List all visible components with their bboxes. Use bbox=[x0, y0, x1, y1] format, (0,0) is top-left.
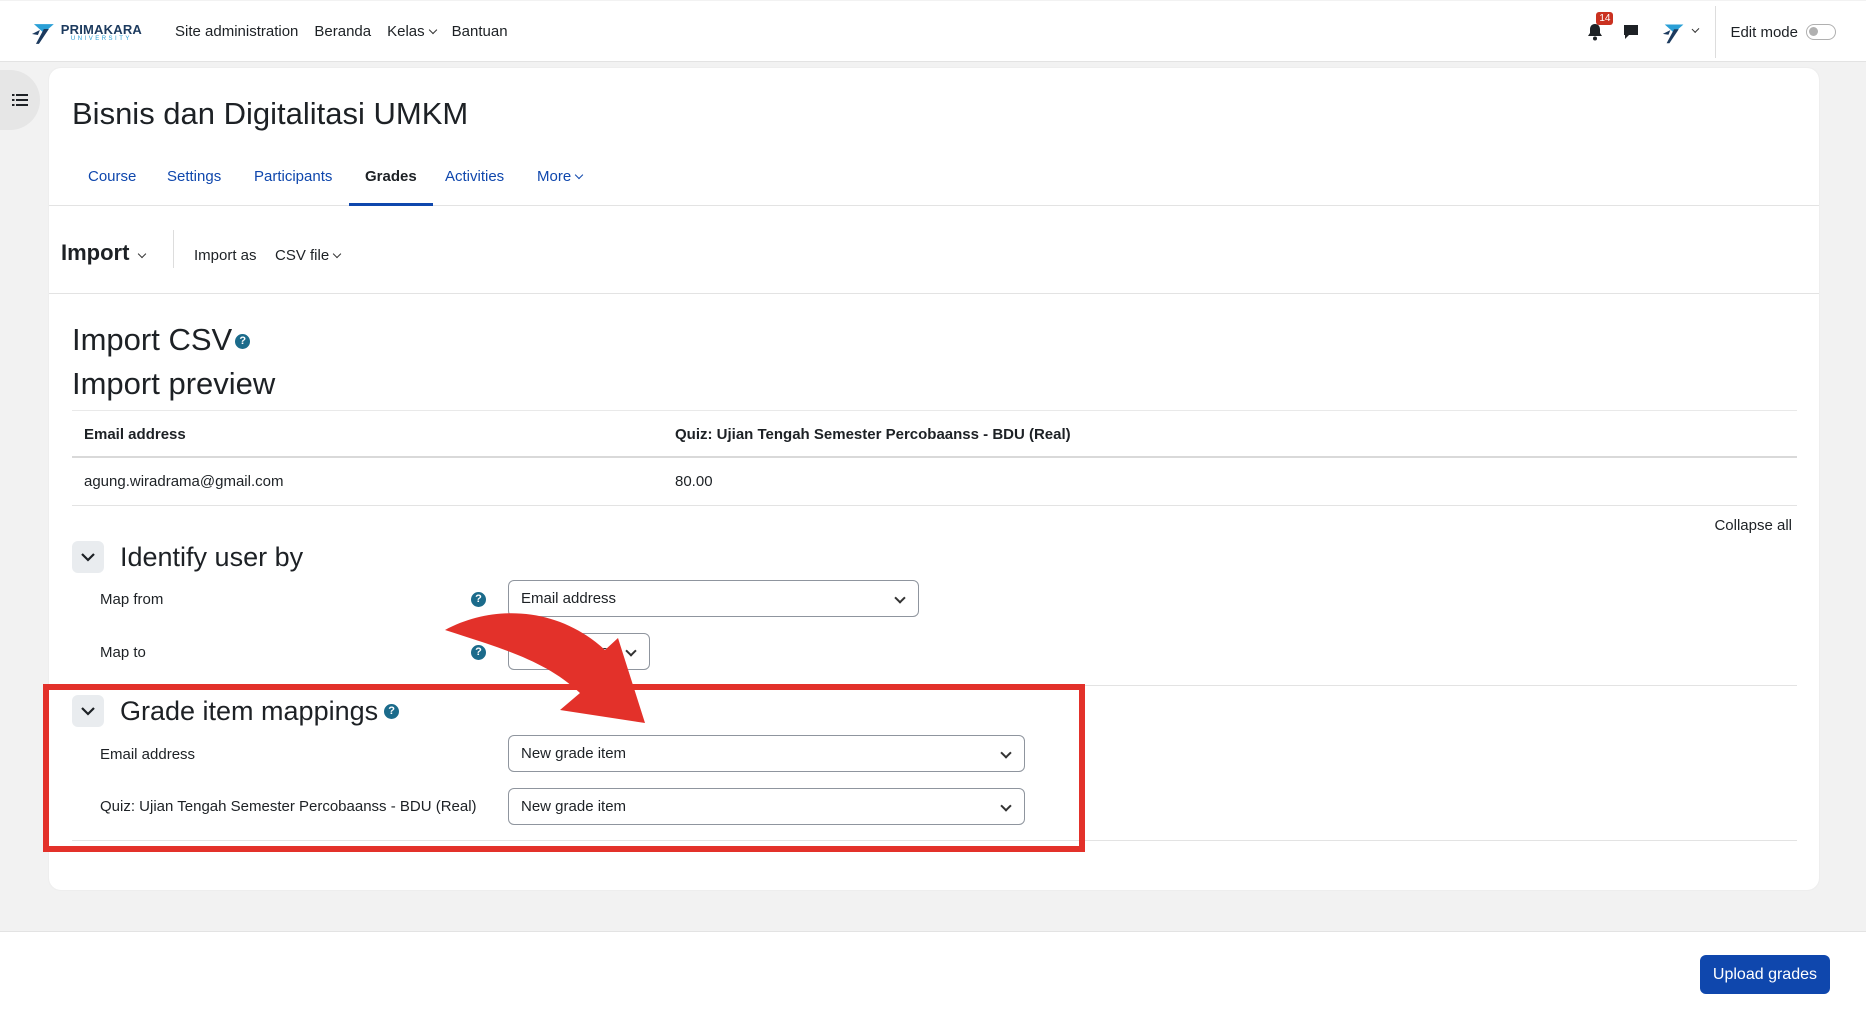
edit-mode-label: Edit mode bbox=[1730, 23, 1798, 41]
identify-user-section-header: Identify user by bbox=[72, 541, 303, 573]
top-navbar: PRIMAKARA UNIVERSITY Site administration… bbox=[0, 1, 1866, 62]
grade-mappings-section-header: Grade item mappings ? bbox=[72, 695, 400, 727]
chevron-down-icon bbox=[574, 170, 584, 180]
chevron-down-icon bbox=[138, 249, 147, 259]
tab-activities[interactable]: Activities bbox=[445, 152, 504, 206]
bell-icon bbox=[1588, 24, 1603, 41]
nav-bantuan[interactable]: Bantuan bbox=[452, 23, 508, 40]
help-icon[interactable]: ? bbox=[471, 645, 486, 660]
import-preview-heading: Import preview bbox=[72, 366, 276, 401]
chevron-down-icon bbox=[1691, 25, 1699, 33]
map-to-label: Map to bbox=[100, 644, 146, 661]
list-icon bbox=[12, 94, 28, 106]
chevron-down-icon bbox=[1000, 800, 1012, 812]
mapping-label: Quiz: Ujian Tengah Semester Percobaanss … bbox=[100, 798, 477, 815]
chevron-down-icon bbox=[894, 592, 906, 604]
user-menu-avatar[interactable] bbox=[1661, 14, 1699, 50]
tab-settings[interactable]: Settings bbox=[167, 152, 221, 206]
mapping-select-value: New grade item bbox=[521, 745, 627, 762]
course-secondary-nav: Course Settings Participants Grades Acti… bbox=[49, 152, 1819, 206]
map-to-value: Email address bbox=[521, 643, 617, 660]
table-cell-email: agung.wiradrama@gmail.com bbox=[84, 473, 284, 490]
grade-mappings-title: Grade item mappings bbox=[120, 695, 379, 726]
main-content-card: Bisnis dan Digitalitasi UMKM Course Sett… bbox=[49, 68, 1819, 890]
chevron-down-icon bbox=[1000, 747, 1012, 759]
map-to-select[interactable]: Email address bbox=[508, 633, 650, 670]
course-index-drawer-toggle[interactable] bbox=[0, 70, 40, 130]
chevron-down-icon bbox=[625, 645, 637, 657]
import-action-select[interactable]: Import bbox=[61, 240, 147, 266]
tertiary-divider bbox=[173, 230, 174, 268]
page-title: Bisnis dan Digitalitasi UMKM bbox=[72, 96, 469, 131]
help-icon[interactable]: ? bbox=[471, 592, 486, 607]
primakara-logo-icon bbox=[31, 24, 54, 44]
section-divider bbox=[72, 840, 1797, 841]
help-icon[interactable]: ? bbox=[384, 703, 400, 719]
import-as-label: Import as bbox=[194, 247, 257, 264]
chevron-down-icon bbox=[81, 706, 95, 716]
mapping-label: Email address bbox=[100, 746, 196, 763]
map-from-value: Email address bbox=[521, 590, 617, 607]
chat-bubble-icon bbox=[1624, 25, 1639, 39]
table-row: agung.wiradrama@gmail.com 80.00 bbox=[72, 458, 1797, 506]
column-header: Email address bbox=[84, 426, 186, 443]
section-divider bbox=[72, 685, 1797, 686]
table-header-row: Email address Quiz: Ujian Tengah Semeste… bbox=[72, 410, 1797, 458]
tab-participants[interactable]: Participants bbox=[254, 152, 332, 206]
identify-user-title: Identify user by bbox=[120, 541, 304, 572]
tab-more-label: More bbox=[537, 168, 572, 185]
messages-button[interactable] bbox=[1619, 20, 1643, 44]
logo-brand-name: PRIMAKARA bbox=[60, 21, 142, 37]
collapse-all-link[interactable]: Collapse all bbox=[1714, 517, 1792, 534]
nav-site-administration[interactable]: Site administration bbox=[175, 23, 298, 40]
mapping-select[interactable]: New grade item bbox=[508, 735, 1025, 772]
edit-mode-toggle[interactable] bbox=[1806, 24, 1836, 40]
help-icon[interactable]: ? bbox=[235, 334, 251, 350]
tab-grades[interactable]: Grades bbox=[349, 152, 433, 206]
nav-beranda[interactable]: Beranda bbox=[314, 23, 371, 40]
mapping-select-value: New grade item bbox=[521, 798, 627, 815]
section-collapse-button[interactable] bbox=[72, 541, 104, 573]
import-format-value: CSV file bbox=[275, 247, 330, 264]
chevron-down-icon bbox=[81, 552, 95, 562]
tab-course[interactable]: Course bbox=[88, 152, 136, 206]
import-format-select[interactable]: CSV file bbox=[275, 247, 342, 264]
sticky-footer: Upload grades bbox=[0, 931, 1866, 1014]
nav-kelas-label: Kelas bbox=[387, 23, 425, 40]
map-from-label: Map from bbox=[100, 591, 164, 608]
mapping-select[interactable]: New grade item bbox=[508, 788, 1025, 825]
import-preview-table: Email address Quiz: Ujian Tengah Semeste… bbox=[72, 410, 1797, 506]
logo-brand-sub: UNIVERSITY bbox=[70, 35, 132, 42]
chevron-down-icon bbox=[428, 25, 437, 35]
import-csv-heading: Import CSV? bbox=[72, 322, 251, 358]
import-action-label: Import bbox=[61, 240, 130, 265]
navbar-divider bbox=[1715, 6, 1717, 58]
user-avatar-logo-icon bbox=[1663, 24, 1684, 44]
notifications-button[interactable]: 14 bbox=[1583, 12, 1614, 44]
site-logo[interactable]: PRIMAKARA UNIVERSITY bbox=[30, 18, 142, 46]
column-header: Quiz: Ujian Tengah Semester Percobaanss … bbox=[675, 426, 1071, 443]
section-collapse-button[interactable] bbox=[72, 695, 104, 727]
chevron-down-icon bbox=[332, 249, 342, 259]
table-cell-grade: 80.00 bbox=[675, 473, 713, 490]
map-from-select[interactable]: Email address bbox=[508, 580, 919, 617]
import-csv-heading-text: Import CSV bbox=[72, 322, 233, 357]
upload-grades-button[interactable]: Upload grades bbox=[1699, 955, 1830, 994]
tertiary-navigation: Import Import as CSV file bbox=[49, 206, 1819, 294]
notification-count-badge: 14 bbox=[1596, 12, 1614, 25]
tab-more[interactable]: More bbox=[537, 152, 584, 206]
nav-kelas[interactable]: Kelas bbox=[387, 23, 437, 40]
